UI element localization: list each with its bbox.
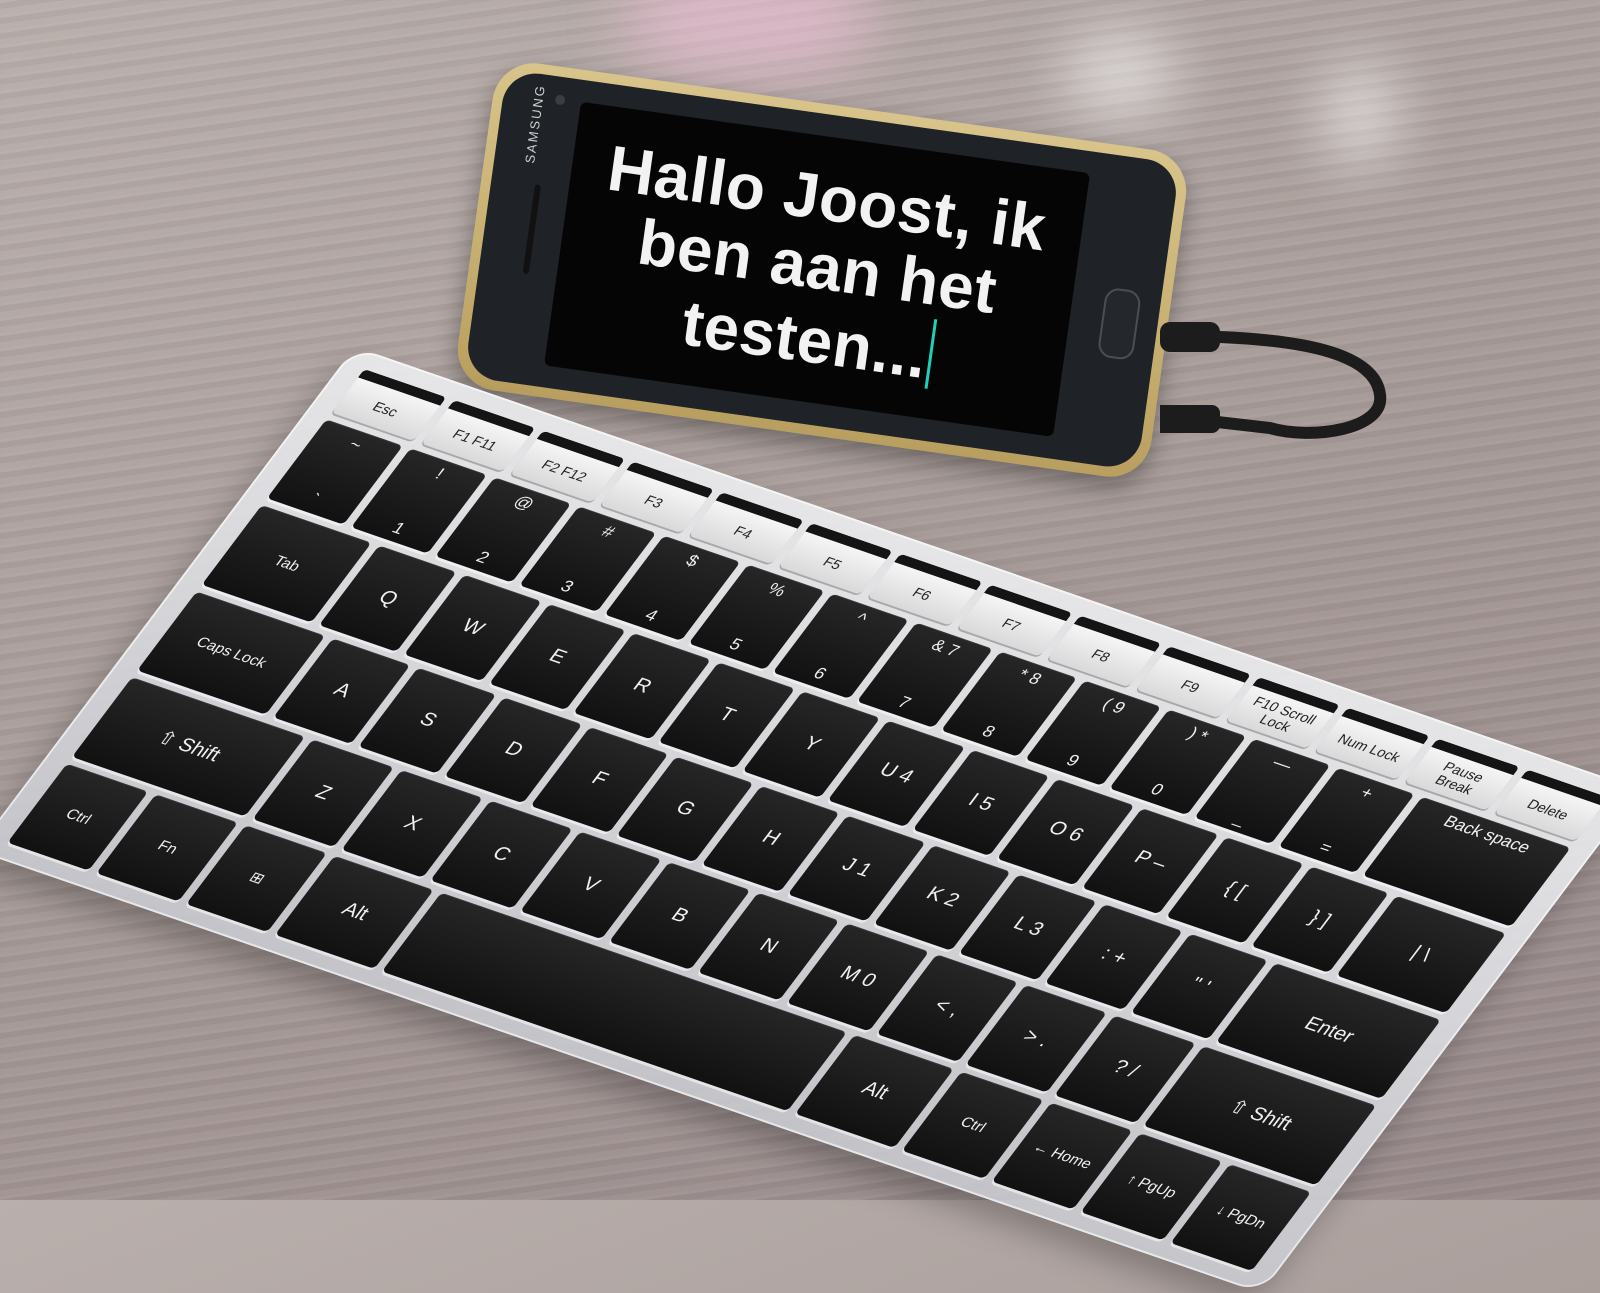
front-camera	[554, 94, 566, 106]
screen-text: Hallo Joost, ik ben aan het testen...	[603, 131, 1051, 392]
screen-text-wrap: Hallo Joost, ik ben aan het testen...	[555, 130, 1080, 409]
light-reflection	[1320, 60, 1400, 170]
home-button[interactable]	[1096, 286, 1143, 362]
light-reflection	[1060, 30, 1180, 120]
brand-logo: SAMSUNG	[522, 83, 549, 165]
speaker-slot	[522, 184, 542, 275]
usb-cable	[1160, 322, 1387, 439]
phone-screen[interactable]: Hallo Joost, ik ben aan het testen...	[544, 101, 1091, 437]
